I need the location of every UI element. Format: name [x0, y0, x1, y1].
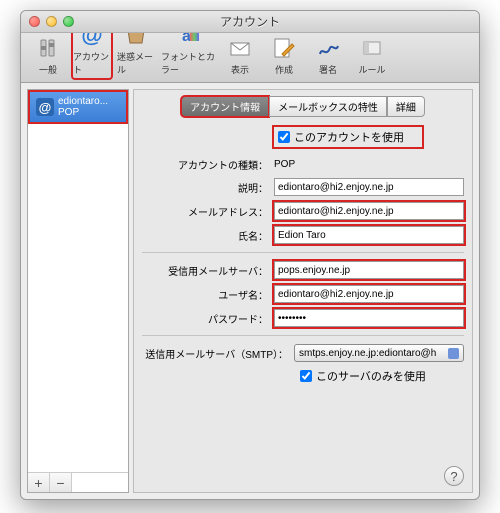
help-button[interactable]: ?	[444, 466, 464, 486]
signature-icon	[314, 34, 342, 62]
tabs: アカウント情報 メールボックスの特性 詳細	[142, 96, 464, 117]
toolbar: 一般 @ アカウント 迷惑メール a フォントとカラー 表示	[21, 33, 479, 83]
username-label: ユーザ名：	[142, 287, 274, 302]
toolbar-label: 署名	[319, 63, 337, 76]
account-type-value: POP	[274, 159, 464, 170]
toolbar-signatures[interactable]: 署名	[307, 30, 349, 80]
account-type-label: アカウントの種類：	[142, 157, 274, 172]
account-form: このアカウントを使用 アカウントの種類： POP 説明： メールアドレス： 氏名…	[142, 125, 464, 384]
tab-account-info[interactable]: アカウント情報	[181, 96, 269, 117]
password-input[interactable]	[274, 309, 464, 327]
toolbar-label: ルール	[358, 63, 385, 76]
account-type: POP	[58, 107, 108, 118]
account-detail-panel: アカウント情報 メールボックスの特性 詳細 このアカウントを使用 アカウントの種…	[133, 89, 473, 493]
tab-advanced[interactable]: 詳細	[387, 96, 425, 117]
smtp-only-checkbox[interactable]	[300, 370, 312, 382]
sidebar-footer: + −	[28, 472, 128, 492]
add-account-button[interactable]: +	[28, 473, 50, 492]
toolbar-label: フォントとカラー	[161, 50, 215, 76]
fullname-input[interactable]	[274, 226, 464, 244]
smtp-only-label: このサーバのみを使用	[316, 368, 426, 384]
tab-mailbox-behaviors[interactable]: メールボックスの特性	[269, 96, 387, 117]
titlebar: アカウント	[21, 11, 479, 33]
fullname-label: 氏名：	[142, 228, 274, 243]
toolbar-composing[interactable]: 作成	[263, 30, 305, 80]
incoming-server-input[interactable]	[274, 261, 464, 279]
description-label: 説明：	[142, 180, 274, 195]
remove-account-button[interactable]: −	[50, 473, 72, 492]
toolbar-viewing[interactable]: 表示	[219, 30, 261, 80]
email-label: メールアドレス：	[142, 204, 274, 219]
gear-icon	[34, 34, 62, 62]
description-input[interactable]	[274, 178, 464, 196]
toolbar-label: 表示	[231, 63, 249, 76]
smtp-selected-value: smtps.enjoy.ne.jp:ediontaro@h	[299, 348, 436, 359]
rules-icon	[358, 34, 386, 62]
smtp-server-select[interactable]: smtps.enjoy.ne.jp:ediontaro@h	[294, 344, 464, 362]
window-title: アカウント	[21, 13, 479, 30]
account-name: ediontaro...	[58, 96, 108, 107]
preferences-window: アカウント 一般 @ アカウント 迷惑メール a フォントとカラー	[20, 10, 480, 500]
account-item[interactable]: @ ediontaro... POP	[28, 90, 128, 124]
toolbar-label: 一般	[39, 63, 57, 76]
email-input[interactable]	[274, 202, 464, 220]
toolbar-rules[interactable]: ルール	[351, 30, 393, 80]
toolbar-label: アカウント	[73, 50, 111, 76]
smtp-label: 送信用メールサーバ（SMTP）：	[142, 346, 294, 361]
compose-icon	[270, 34, 298, 62]
content-area: @ ediontaro... POP + − アカウント情報 メールボックスの特…	[21, 83, 479, 499]
toolbar-label: 迷惑メール	[117, 50, 155, 76]
at-icon: @	[36, 98, 54, 116]
accounts-sidebar: @ ediontaro... POP + −	[27, 89, 129, 493]
toolbar-general[interactable]: 一般	[27, 30, 69, 80]
password-label: パスワード：	[142, 311, 274, 326]
use-account-checkbox[interactable]	[278, 131, 290, 143]
username-input[interactable]	[274, 285, 464, 303]
envelope-icon	[226, 34, 254, 62]
incoming-label: 受信用メールサーバ：	[142, 263, 274, 278]
toolbar-label: 作成	[275, 63, 293, 76]
use-account-label: このアカウントを使用	[294, 129, 404, 145]
separator	[142, 335, 464, 336]
separator	[142, 252, 464, 253]
